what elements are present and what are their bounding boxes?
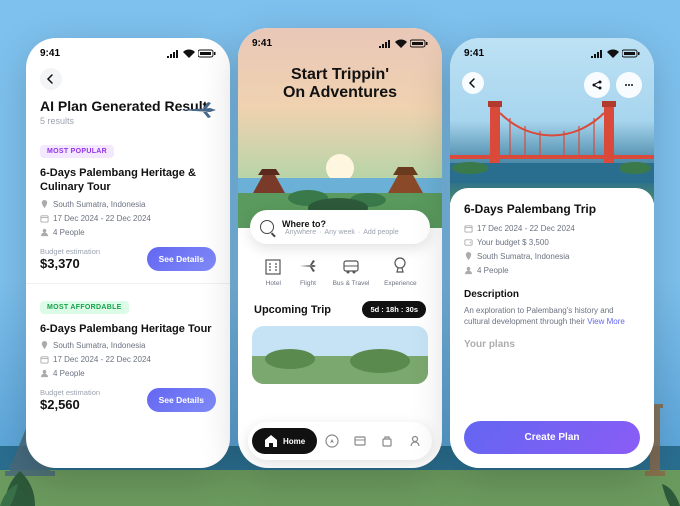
status-time: 9:41 bbox=[252, 38, 272, 49]
pin-icon bbox=[464, 252, 473, 261]
plan-location: South Sumatra, Indonesia bbox=[40, 341, 216, 350]
wallet-icon bbox=[464, 238, 473, 247]
tab-trips[interactable] bbox=[347, 434, 373, 448]
back-button[interactable] bbox=[462, 72, 484, 94]
budget-amount: $2,560 bbox=[40, 397, 100, 412]
plane-illustration bbox=[178, 100, 218, 120]
people-icon bbox=[40, 228, 49, 237]
bag-icon bbox=[380, 434, 394, 448]
people-icon bbox=[464, 266, 473, 275]
trip-budget: Your budget $ 3,500 bbox=[464, 238, 640, 247]
status-icons bbox=[378, 39, 428, 48]
status-bar: 9:41 bbox=[450, 38, 654, 68]
trip-title: 6-Days Palembang Trip bbox=[464, 202, 640, 216]
ticket-icon bbox=[353, 434, 367, 448]
result-card[interactable]: MOST AFFORDABLE 6-Days Palembang Heritag… bbox=[40, 296, 216, 412]
plan-dates: 17 Dec 2024 - 22 Dec 2024 bbox=[40, 355, 216, 364]
bottom-tab-bar: Home bbox=[248, 422, 432, 460]
tab-explore[interactable] bbox=[319, 434, 345, 448]
tab-saved[interactable] bbox=[375, 434, 401, 448]
trip-location: South Sumatra, Indonesia bbox=[464, 252, 640, 261]
screen-results: 9:41 AI Plan Generated Result 5 results … bbox=[26, 38, 230, 468]
search-icon bbox=[260, 220, 274, 234]
home-icon bbox=[264, 434, 278, 448]
badge-most-popular: MOST POPULAR bbox=[40, 145, 114, 158]
trip-dates: 17 Dec 2024 - 22 Dec 2024 bbox=[464, 224, 640, 233]
category-experience[interactable]: Experience bbox=[384, 256, 417, 287]
tab-home[interactable]: Home bbox=[252, 428, 317, 454]
plan-people: 4 People bbox=[40, 228, 216, 237]
trip-hero: 9:41 bbox=[450, 38, 654, 203]
calendar-icon bbox=[464, 224, 473, 233]
see-details-button[interactable]: See Details bbox=[147, 247, 216, 271]
category-hotel[interactable]: Hotel bbox=[263, 256, 283, 287]
status-bar: 9:41 bbox=[238, 28, 442, 58]
see-details-button[interactable]: See Details bbox=[147, 388, 216, 412]
status-time: 9:41 bbox=[464, 48, 484, 59]
status-icons bbox=[166, 49, 216, 58]
trip-people: 4 People bbox=[464, 266, 640, 275]
your-plans-heading: Your plans bbox=[464, 339, 640, 350]
plan-location: South Sumatra, Indonesia bbox=[40, 200, 216, 209]
search-suggestions: Anywhere·Any week·Add people bbox=[282, 229, 402, 236]
category-flight[interactable]: Flight bbox=[298, 256, 318, 287]
plan-dates: 17 Dec 2024 - 22 Dec 2024 bbox=[40, 214, 216, 223]
view-more-link[interactable]: View More bbox=[587, 317, 625, 326]
create-plan-button[interactable]: Create Plan bbox=[464, 421, 640, 454]
description-heading: Description bbox=[464, 289, 640, 300]
more-icon bbox=[623, 79, 635, 91]
category-bus[interactable]: Bus & Travel bbox=[333, 256, 370, 287]
balloon-icon bbox=[390, 256, 410, 276]
people-icon bbox=[40, 369, 49, 378]
calendar-icon bbox=[40, 214, 49, 223]
hero-banner: 9:41 Start Trippin' On Adventures Where bbox=[238, 28, 442, 228]
category-row: Hotel Flight Bus & Travel Experience bbox=[252, 256, 428, 287]
arrow-left-icon bbox=[46, 74, 56, 84]
plan-people: 4 People bbox=[40, 369, 216, 378]
budget-amount: $3,370 bbox=[40, 256, 100, 271]
search-title: Where to? bbox=[282, 219, 402, 229]
screen-trip-detail: 9:41 6-Days Palembang Trip 17 De bbox=[450, 38, 654, 468]
budget-label: Budget estimation bbox=[40, 388, 100, 397]
plan-title: 6-Days Palembang Heritage & Culinary Tou… bbox=[40, 166, 216, 195]
divider bbox=[26, 283, 230, 284]
pin-icon bbox=[40, 200, 49, 209]
countdown-badge: 5d : 18h : 30s bbox=[362, 301, 426, 318]
flight-icon bbox=[298, 256, 318, 276]
description-text: An exploration to Palembang's history an… bbox=[464, 305, 640, 327]
calendar-icon bbox=[40, 355, 49, 364]
compass-icon bbox=[325, 434, 339, 448]
screen-home: 9:41 Start Trippin' On Adventures Where bbox=[238, 28, 442, 468]
budget-label: Budget estimation bbox=[40, 247, 100, 256]
back-button[interactable] bbox=[40, 68, 62, 90]
hero-heading: Start Trippin' On Adventures bbox=[238, 66, 442, 103]
plan-title: 6-Days Palembang Heritage Tour bbox=[40, 322, 216, 336]
trip-card-illustration bbox=[252, 326, 428, 384]
status-time: 9:41 bbox=[40, 48, 60, 59]
result-card[interactable]: MOST POPULAR 6-Days Palembang Heritage &… bbox=[40, 140, 216, 271]
user-icon bbox=[408, 434, 422, 448]
pin-icon bbox=[40, 341, 49, 350]
bus-icon bbox=[341, 256, 361, 276]
badge-most-affordable: MOST AFFORDABLE bbox=[40, 301, 129, 314]
share-icon bbox=[591, 79, 603, 91]
arrow-left-icon bbox=[468, 78, 478, 88]
status-bar: 9:41 bbox=[26, 38, 230, 68]
search-bar[interactable]: Where to? Anywhere·Any week·Add people bbox=[250, 210, 430, 244]
hotel-icon bbox=[263, 256, 283, 276]
bridge-illustration bbox=[450, 93, 654, 183]
upcoming-title: Upcoming Trip bbox=[254, 304, 331, 316]
upcoming-trip-card[interactable] bbox=[252, 326, 428, 384]
status-icons bbox=[590, 49, 640, 58]
tab-profile[interactable] bbox=[402, 434, 428, 448]
